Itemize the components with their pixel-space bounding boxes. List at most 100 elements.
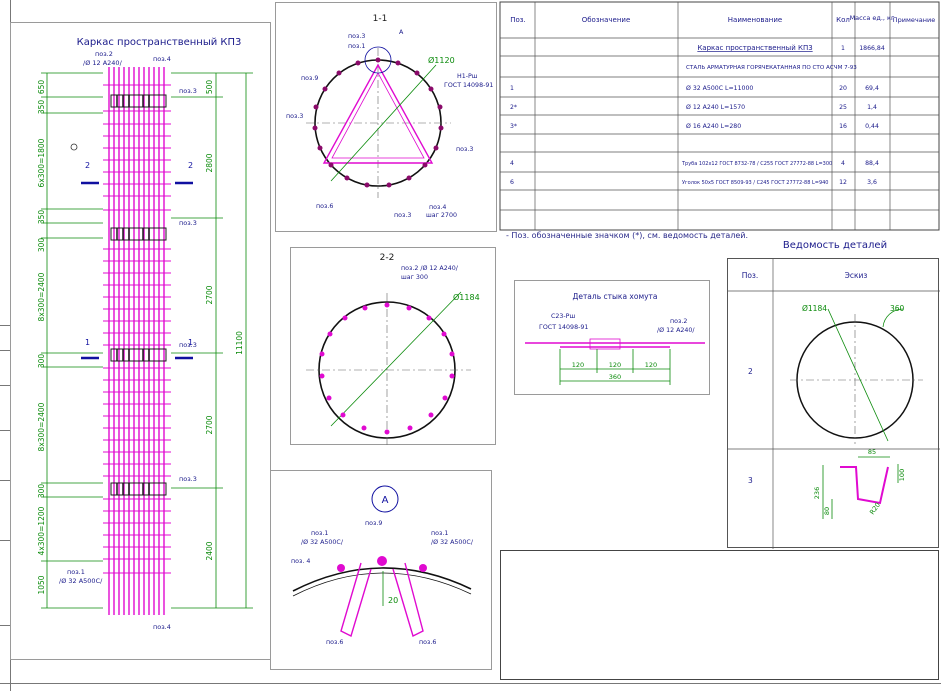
dim-label: 2700 (205, 415, 214, 434)
table-cell: 4 (841, 160, 845, 167)
table-cell: Ø 16 А240 L=280 (686, 122, 741, 130)
table-cell: Каркас пространственный КП3 (697, 44, 812, 52)
dim-label: 6х300=1800 (37, 138, 46, 187)
frame-title: Каркас пространственный КП3 (77, 37, 242, 48)
table-cell: 1866,84 (859, 45, 885, 52)
callout-letter: А (399, 29, 404, 36)
table-cell: Ø 12 А240 L=1570 (686, 103, 745, 111)
section-1-mark: 1 (85, 338, 90, 347)
label: поз.3 (286, 113, 303, 120)
vertical-rebars (108, 67, 165, 615)
label: /Ø 12 А240/ (657, 326, 695, 334)
dim-label: 650 (37, 80, 46, 95)
detail-a-rebars (340, 562, 424, 637)
label: поз.9 (365, 520, 382, 527)
label: поз.3 (348, 33, 365, 40)
label: поз.6 (419, 639, 436, 646)
label: поз.3 (394, 212, 411, 219)
label: поз. 4 (291, 558, 310, 565)
pos3-label: поз.3 (179, 87, 197, 95)
section-2-mark: 2 (85, 161, 90, 170)
pos2-spec: /Ø 12 А240/ (83, 59, 123, 67)
frame-tick (0, 325, 10, 326)
dim-label: 85 (868, 448, 876, 456)
table-cell: 3,6 (867, 179, 877, 186)
label: /Ø 32 А500С/ (301, 538, 344, 546)
joint-labels: С23-Рш ГОСТ 14098-91 поз.2 /Ø 12 А240/ (539, 313, 695, 334)
label: поз.2 /Ø 12 А240/ (401, 264, 459, 272)
section-2-2-labels: поз.2 /Ø 12 А240/ шаг 300 Ø1184 (401, 264, 480, 302)
header-pos: Поз. (510, 16, 526, 24)
pos4-bottom-label: поз.4 (153, 623, 171, 631)
label: поз.6 (316, 203, 333, 210)
label: поз.4 (429, 204, 446, 211)
row-pos: 3 (748, 476, 753, 485)
frame-tick (0, 540, 10, 541)
label: /Ø 32 А500С/ (431, 538, 474, 546)
table-cell: Уголок 50х5 ГОСТ 8509-93 / С245 ГОСТ 277… (682, 180, 829, 186)
dim-label: 2700 (205, 285, 214, 304)
detail-sheet-panel: Поз. Эскиз 2 3 Ø1184 360 85 100 236 80 R… (727, 258, 940, 549)
dim-label: 300 (37, 238, 46, 253)
frame-bottom (0, 683, 941, 684)
dim-label: 236 (813, 487, 821, 499)
left-dimension-chain (41, 72, 103, 609)
dim-label: 500 (205, 80, 214, 95)
header-designation: Обозначение (582, 16, 631, 24)
pos1-label: поз.1 (67, 568, 85, 576)
dim-label: 4х300=1200 (37, 506, 46, 555)
frame-tick (0, 385, 10, 386)
note-text: - Поз. обозначенные значком (*), см. вед… (506, 231, 749, 240)
header-note: Примечание (893, 16, 935, 24)
table-cell: 16 (839, 123, 847, 130)
spec-table-headers: Поз. Обозначение Наименование Кол Масса … (510, 14, 935, 24)
cage-elevation-panel: Каркас пространственный КП3 650 350 6х30… (10, 22, 271, 660)
pos4-top-label: поз.4 (153, 55, 171, 63)
spec-table-grid: Поз. Обозначение Наименование Кол Масса … (499, 1, 940, 231)
section-1-1-title: 1-1 (373, 14, 388, 24)
section-1-mark: 1 (188, 338, 193, 347)
detail-sheet-drawing: Поз. Эскиз 2 3 Ø1184 360 85 100 236 80 R… (728, 259, 940, 549)
dim-label: 20 (388, 596, 398, 605)
detail-a-letter: А (382, 495, 389, 506)
pos2-label: поз.2 (95, 50, 113, 58)
joint-detail-title: Деталь стыка хомута (572, 292, 657, 301)
header-pos: Поз. (742, 271, 759, 280)
label: Н1-Рш (457, 73, 478, 80)
header-mass: Масса ед., кг (850, 14, 895, 22)
table-cell: 1 (510, 85, 514, 92)
section-1-1-panel: 1-1 А поз.3 поз.1 поз.9 Ø1120 Н1-Рш ГОСТ… (275, 2, 497, 232)
joint-detail-panel: Деталь стыка хомута 120 120 120 360 С23-… (514, 280, 710, 395)
section-2-2-panel: 2-2 поз.2 /Ø 12 А240/ шаг 300 Ø1184 (290, 247, 496, 446)
section-2-mark: 2 (188, 161, 193, 170)
label: С23-Рш (551, 313, 575, 320)
header-sketch: Эскиз (845, 271, 868, 280)
row-pos: 2 (748, 367, 753, 376)
table-cell: 20 (839, 85, 847, 92)
label: поз.9 (301, 75, 318, 82)
label: поз.3 (456, 146, 473, 153)
dim-label: 80 (823, 507, 831, 515)
table-cell: 69,4 (865, 85, 879, 92)
dim-label: 120 (609, 361, 621, 369)
joint-dim-labels: 120 120 120 360 (572, 361, 657, 381)
dim-label: 120 (645, 361, 657, 369)
table-cell: 1 (841, 45, 845, 52)
lap-label: 360 (890, 304, 905, 313)
table-cell: 3* (510, 123, 517, 130)
bracket-sketch (840, 466, 889, 505)
header-name: Наименование (728, 16, 782, 24)
label: поз.2 (670, 318, 687, 325)
frame-tick (0, 430, 10, 431)
spec-table: Поз. Обозначение Наименование Кол Масса … (499, 1, 940, 231)
detail-a-panel: А поз.9 поз.1 /Ø 32 А500С/ поз.1 /Ø 32 А… (270, 470, 492, 670)
table-cell: Ø 32 А500С L=11000 (686, 84, 753, 92)
crosshair-icon (70, 143, 78, 151)
label: поз.1 (431, 530, 448, 537)
section-1-1-drawing: 1-1 А поз.3 поз.1 поз.9 Ø1120 Н1-Рш ГОСТ… (286, 14, 493, 219)
section-2-2-title: 2-2 (380, 253, 395, 263)
bracket-dim-labels: 85 100 236 80 R20 (813, 448, 906, 516)
pos3-label: поз.3 (179, 475, 197, 483)
cage-labels: поз.2 /Ø 12 А240/ поз.4 поз.3 поз.3 поз.… (59, 50, 197, 631)
label: поз.1 (311, 530, 328, 537)
